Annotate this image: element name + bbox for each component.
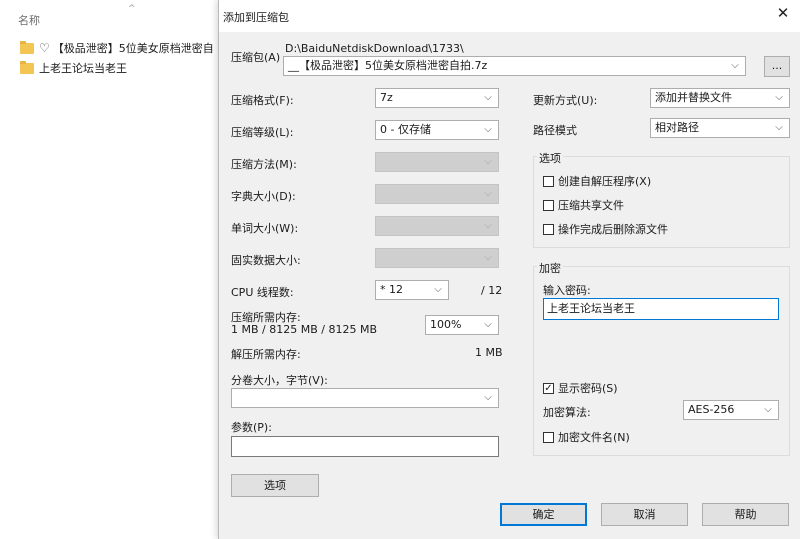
compress-shared-checkbox[interactable]: 压缩共享文件: [543, 197, 624, 213]
title-bar: 添加到压缩包 ✕: [219, 0, 800, 32]
encrypt-names-checkbox[interactable]: 加密文件名(N): [543, 429, 630, 445]
mem-decomp-label: 解压所需内存:: [231, 348, 301, 361]
mem-percent-select[interactable]: 100% ⌵: [425, 315, 499, 335]
show-password-label: 显示密码(S): [558, 382, 618, 395]
chevron-down-icon: ⌵: [484, 156, 492, 167]
password-input[interactable]: 上老王论坛当老王: [543, 298, 779, 320]
mem-comp-values: 1 MB / 8125 MB / 8125 MB: [231, 323, 377, 336]
help-button[interactable]: 帮助: [702, 503, 789, 526]
list-item-label: 【极品泄密】5位美女原档泄密自: [52, 42, 214, 55]
checkbox-box[interactable]: ✓: [543, 382, 554, 394]
archive-name-value: __【极品泄密】5位美女原档泄密自拍.7z: [288, 59, 488, 72]
cpu-label: CPU 线程数:: [231, 286, 294, 299]
heart-icon: ♡: [39, 41, 50, 55]
sort-indicator-icon: ^: [128, 4, 136, 14]
path-mode-value: 相对路径: [655, 121, 699, 134]
cpu-value: * 12: [380, 283, 403, 296]
chevron-down-icon: ⌵: [484, 188, 492, 199]
chevron-down-icon[interactable]: ⌵: [481, 389, 495, 407]
password-value: 上老王论坛当老王: [547, 302, 635, 315]
browse-button[interactable]: ...: [764, 56, 790, 77]
chevron-down-icon: ⌵: [484, 319, 492, 330]
cpu-total: / 12: [481, 284, 503, 297]
add-to-archive-dialog: 添加到压缩包 ✕ 压缩包(A) D:\BaiduNetdiskDownload\…: [218, 0, 800, 539]
level-value: 0 - 仅存储: [380, 123, 431, 136]
solid-select: ⌵: [375, 248, 499, 268]
split-combobox[interactable]: ⌵: [231, 388, 499, 408]
dict-label: 字典大小(D):: [231, 190, 296, 203]
format-label: 压缩格式(F):: [231, 94, 294, 107]
folder-icon: [20, 40, 34, 54]
options-group-title: 选项: [537, 150, 563, 166]
folder-icon: [20, 60, 34, 74]
cancel-button[interactable]: 取消: [601, 503, 688, 526]
update-label: 更新方式(U):: [533, 94, 598, 107]
checkbox-box[interactable]: [543, 223, 554, 235]
checkbox-box[interactable]: [543, 431, 554, 443]
params-input[interactable]: [231, 436, 499, 457]
mem-decomp-value: 1 MB: [475, 346, 503, 359]
delete-after-label: 操作完成后删除源文件: [558, 223, 668, 236]
format-value: 7z: [380, 91, 393, 104]
create-sfx-label: 创建自解压程序(X): [558, 175, 652, 188]
chevron-down-icon: ⌵: [484, 92, 492, 103]
compress-shared-label: 压缩共享文件: [558, 199, 624, 212]
path-mode-select[interactable]: 相对路径 ⌵: [650, 118, 790, 138]
ok-button[interactable]: 确定: [500, 503, 587, 526]
chevron-down-icon: ⌵: [775, 92, 783, 103]
list-item[interactable]: ♡ 【极品泄密】5位美女原档泄密自: [20, 39, 214, 57]
chevron-down-icon: ⌵: [764, 404, 772, 415]
level-select[interactable]: 0 - 仅存储 ⌵: [375, 120, 499, 140]
encrypt-names-label: 加密文件名(N): [558, 431, 630, 444]
archive-label: 压缩包(A): [231, 51, 281, 64]
method-select: ⌵: [375, 152, 499, 172]
chevron-down-icon: ⌵: [775, 122, 783, 133]
column-header-name[interactable]: 名称: [18, 12, 40, 28]
split-label: 分卷大小，字节(V):: [231, 374, 328, 387]
checkbox-box[interactable]: [543, 199, 554, 211]
file-explorer: ^ 名称 ♡ 【极品泄密】5位美女原档泄密自 上老王论坛当老王: [0, 0, 220, 539]
path-mode-label: 路径模式: [533, 124, 577, 137]
cpu-select[interactable]: * 12 ⌵: [375, 280, 449, 300]
archive-path: D:\BaiduNetdiskDownload\1733\: [285, 42, 464, 55]
archive-name-combobox[interactable]: __【极品泄密】5位美女原档泄密自拍.7z ⌵: [283, 56, 746, 76]
word-select: ⌵: [375, 216, 499, 236]
list-item-label: 上老王论坛当老王: [39, 62, 127, 75]
dialog-title: 添加到压缩包: [223, 11, 289, 24]
mem-percent-value: 100%: [430, 318, 462, 331]
update-select[interactable]: 添加并替换文件 ⌵: [650, 88, 790, 108]
show-password-checkbox[interactable]: ✓ 显示密码(S): [543, 380, 618, 396]
chevron-down-icon: ⌵: [484, 220, 492, 231]
close-icon[interactable]: ✕: [773, 4, 793, 22]
params-label: 参数(P):: [231, 421, 272, 434]
method-label: 压缩方法(M):: [231, 158, 297, 171]
word-label: 单词大小(W):: [231, 222, 299, 235]
encryption-method-label: 加密算法:: [543, 406, 591, 419]
chevron-down-icon[interactable]: ⌵: [728, 57, 742, 75]
chevron-down-icon: ⌵: [484, 252, 492, 263]
options-button[interactable]: 选项: [231, 474, 319, 497]
list-item[interactable]: 上老王论坛当老王: [20, 59, 127, 77]
delete-after-checkbox[interactable]: 操作完成后删除源文件: [543, 221, 668, 237]
encryption-method-select[interactable]: AES-256 ⌵: [683, 400, 779, 420]
dict-select: ⌵: [375, 184, 499, 204]
level-label: 压缩等级(L):: [231, 126, 294, 139]
chevron-down-icon: ⌵: [434, 284, 442, 295]
update-value: 添加并替换文件: [655, 91, 732, 104]
password-label: 输入密码:: [543, 284, 591, 297]
solid-label: 固实数据大小:: [231, 254, 301, 267]
checkbox-box[interactable]: [543, 175, 554, 187]
chevron-down-icon: ⌵: [484, 124, 492, 135]
encryption-method-value: AES-256: [688, 403, 735, 416]
create-sfx-checkbox[interactable]: 创建自解压程序(X): [543, 173, 651, 189]
format-select[interactable]: 7z ⌵: [375, 88, 499, 108]
encryption-group-title: 加密: [537, 260, 563, 276]
